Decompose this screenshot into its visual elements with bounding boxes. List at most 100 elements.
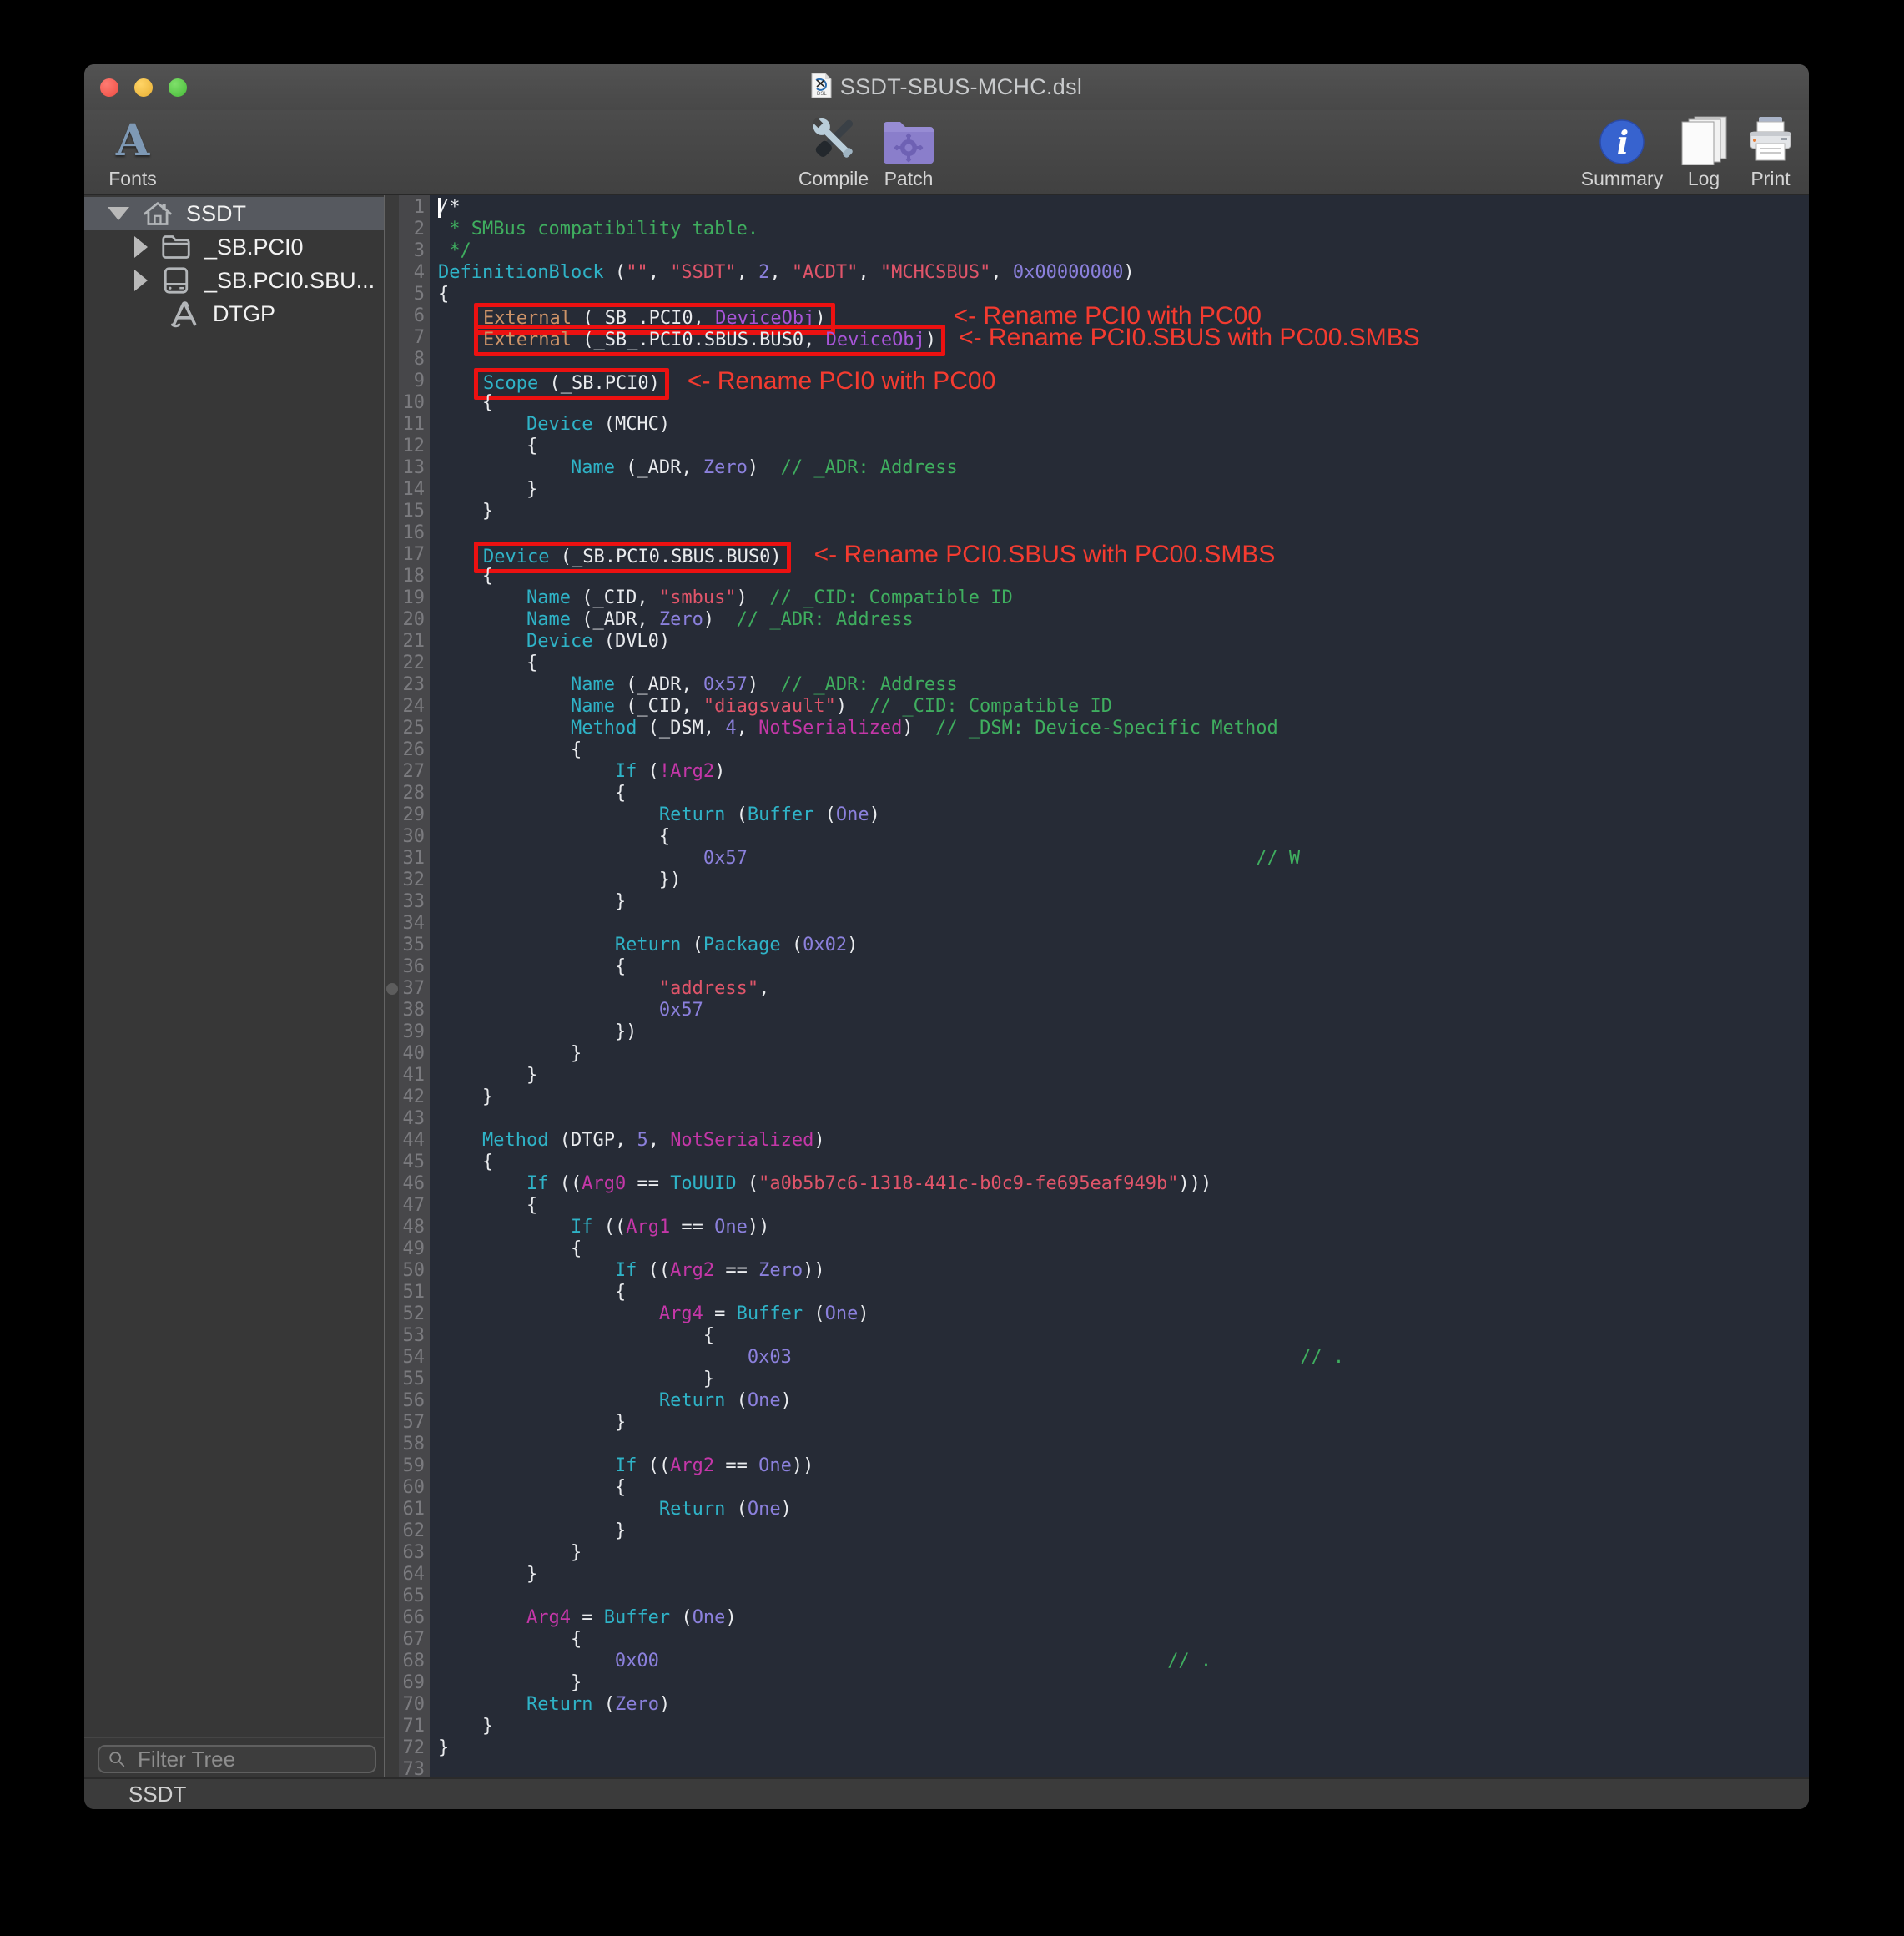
line-number: 68 xyxy=(399,1651,430,1672)
line-number: 58 xyxy=(399,1434,430,1455)
code-line: } xyxy=(438,1564,1809,1586)
code-line: } xyxy=(438,479,1809,501)
line-number: 35 xyxy=(399,935,430,956)
sidebar-item-dtgp[interactable]: DTGP xyxy=(84,297,384,330)
sidebar-item--sb-pci0-sbu-[interactable]: _SB.PCI0.SBU... xyxy=(84,264,384,297)
code-area[interactable]: /* * SMBus compatibility table. */Defini… xyxy=(430,195,1809,1777)
line-number-gutter: 1234567891011121314151617181920212223242… xyxy=(399,195,430,1777)
line-number: 36 xyxy=(399,956,430,978)
line-number: 44 xyxy=(399,1130,430,1152)
toolbar: A Fonts Compile xyxy=(84,110,1809,195)
tree-item-label: SSDT xyxy=(186,201,246,227)
line-number: 48 xyxy=(399,1217,430,1238)
title-bar[interactable]: DSL SSDT-SBUS-MCHC.dsl xyxy=(84,64,1809,110)
tree-item-label: _SB.PCI0.SBU... xyxy=(204,268,375,294)
line-number: 3 xyxy=(399,240,430,262)
window-title: SSDT-SBUS-MCHC.dsl xyxy=(840,74,1082,100)
line-number: 9 xyxy=(399,371,430,392)
line-number: 26 xyxy=(399,739,430,761)
fonts-icon: A xyxy=(116,117,149,165)
line-marker-dot[interactable] xyxy=(386,983,398,995)
code-line: } xyxy=(438,1737,1809,1759)
line-number: 31 xyxy=(399,848,430,870)
line-number: 34 xyxy=(399,913,430,935)
print-label: Print xyxy=(1750,168,1790,190)
line-number: 30 xyxy=(399,826,430,848)
code-line: 0x57 // W xyxy=(438,848,1809,870)
code-line: If (!Arg2) xyxy=(438,761,1809,783)
minimize-button[interactable] xyxy=(134,78,153,97)
code-line: Arg4 = Buffer (One) xyxy=(438,1303,1809,1325)
fonts-label: Fonts xyxy=(108,168,157,190)
svg-text:DSL: DSL xyxy=(817,92,827,97)
code-line: { xyxy=(438,436,1809,457)
line-number: 71 xyxy=(399,1716,430,1737)
line-number: 40 xyxy=(399,1043,430,1065)
disclosure-triangle-icon[interactable] xyxy=(108,207,129,220)
line-number: 62 xyxy=(399,1520,430,1542)
fonts-button[interactable]: A Fonts xyxy=(84,110,204,194)
code-line: }) xyxy=(438,1021,1809,1043)
code-line: } xyxy=(438,1065,1809,1086)
patch-button[interactable]: Patch xyxy=(838,110,980,194)
line-number: 50 xyxy=(399,1260,430,1282)
sidebar: SSDT _SB.PCI0 _SB.PCI0.SBU... DTGP xyxy=(84,195,384,1777)
close-button[interactable] xyxy=(100,78,118,97)
method-icon xyxy=(168,300,201,328)
filter-field[interactable] xyxy=(98,1745,376,1773)
line-number: 56 xyxy=(399,1390,430,1412)
code-line: External (_SB_.PCI0.SBUS.BUS0, DeviceObj… xyxy=(438,327,1809,349)
home-icon xyxy=(141,199,174,228)
code-line: Name (_CID, "smbus") // _CID: Compatible… xyxy=(438,587,1809,609)
line-number: 33 xyxy=(399,891,430,913)
sidebar-item--sb-pci0[interactable]: _SB.PCI0 xyxy=(84,230,384,264)
marker-strip xyxy=(385,195,399,1777)
code-line xyxy=(438,913,1809,935)
patch-highlight-box: Device (_SB.PCI0.SBUS.BUS0) xyxy=(474,542,791,573)
drive-icon xyxy=(159,266,193,295)
code-line: * SMBus compatibility table. xyxy=(438,219,1809,240)
code-line: 0x00 // . xyxy=(438,1651,1809,1672)
folder-icon xyxy=(159,233,193,261)
rename-annotation: <- Rename PCI0.SBUS with PC00.SMBS xyxy=(814,541,1276,568)
code-line: } xyxy=(438,1716,1809,1737)
line-number: 42 xyxy=(399,1086,430,1108)
code-line: }) xyxy=(438,870,1809,891)
code-line: /* xyxy=(438,197,1809,219)
line-number: 24 xyxy=(399,696,430,718)
rename-annotation: <- Rename PCI0 with PC00 xyxy=(688,367,995,395)
sidebar-item-ssdt[interactable]: SSDT xyxy=(84,197,384,230)
line-number: 55 xyxy=(399,1369,430,1390)
line-number: 73 xyxy=(399,1759,430,1781)
line-number: 25 xyxy=(399,718,430,739)
disclosure-triangle-icon[interactable] xyxy=(134,270,148,291)
code-line: Device (MCHC) xyxy=(438,414,1809,436)
code-line: If ((Arg2 == One)) xyxy=(438,1455,1809,1477)
code-editor: 1234567891011121314151617181920212223242… xyxy=(385,195,1809,1777)
line-number: 51 xyxy=(399,1282,430,1303)
line-number: 23 xyxy=(399,674,430,696)
line-number: 53 xyxy=(399,1325,430,1347)
patch-highlight-box: Scope (_SB.PCI0) xyxy=(474,368,669,400)
code-line: If ((Arg2 == Zero)) xyxy=(438,1260,1809,1282)
line-number: 12 xyxy=(399,436,430,457)
line-number: 61 xyxy=(399,1499,430,1520)
code-line: } xyxy=(438,1369,1809,1390)
line-number: 11 xyxy=(399,414,430,436)
code-line: Return (Package (0x02) xyxy=(438,935,1809,956)
code-line: } xyxy=(438,1086,1809,1108)
filter-tree-input[interactable] xyxy=(136,1746,366,1773)
disclosure-triangle-icon[interactable] xyxy=(134,236,148,258)
print-button[interactable]: Print xyxy=(1700,110,1809,194)
line-number: 60 xyxy=(399,1477,430,1499)
code-line: { xyxy=(438,739,1809,761)
code-line: { xyxy=(438,1629,1809,1651)
line-number: 1 xyxy=(399,197,430,219)
line-number: 39 xyxy=(399,1021,430,1043)
line-number: 5 xyxy=(399,284,430,305)
line-number: 13 xyxy=(399,457,430,479)
line-number: 19 xyxy=(399,587,430,609)
zoom-button[interactable] xyxy=(169,78,187,97)
line-number: 46 xyxy=(399,1173,430,1195)
document-icon[interactable]: DSL xyxy=(811,73,832,103)
